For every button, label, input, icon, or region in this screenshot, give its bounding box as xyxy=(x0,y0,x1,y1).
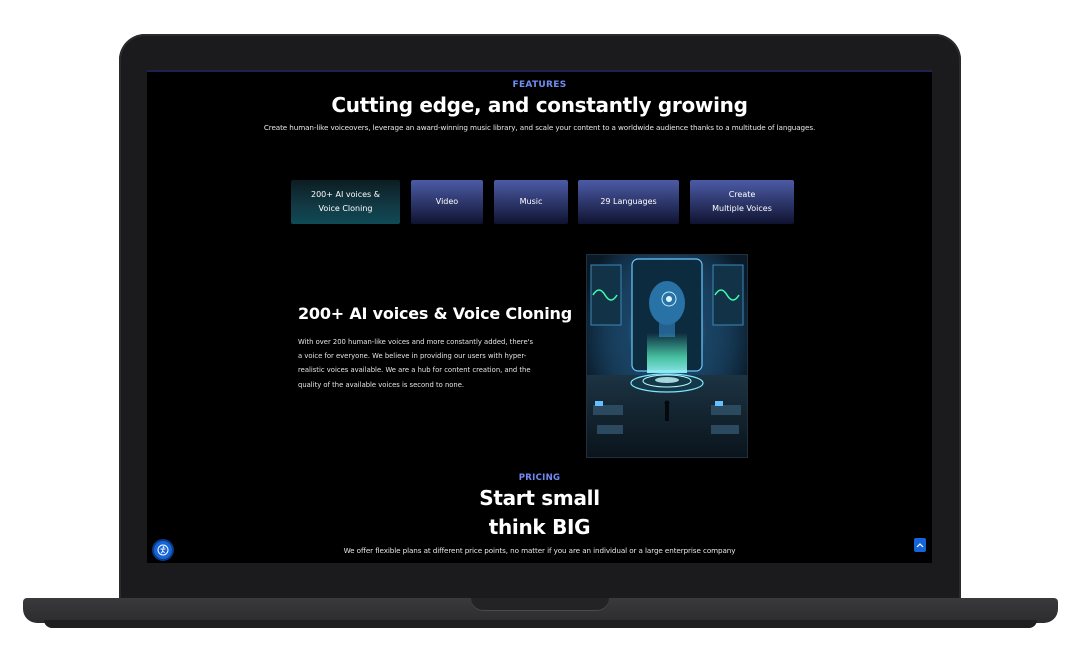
tab-video[interactable]: Video xyxy=(411,180,483,224)
tab-music[interactable]: Music xyxy=(494,180,568,224)
chevron-up-icon xyxy=(916,543,924,548)
pricing-subtitle: We offer flexible plans at different pri… xyxy=(343,546,736,555)
pricing-eyebrow: PRICING xyxy=(518,473,561,483)
tab-multiple-voices[interactable]: Create Multiple Voices xyxy=(690,180,794,224)
tab-ai-voices[interactable]: 200+ AI voices & Voice Cloning xyxy=(291,180,400,224)
feature-tabs: 200+ AI voices & Voice Cloning Video Mus… xyxy=(147,180,932,224)
laptop-notch xyxy=(471,598,609,611)
back-to-top-button[interactable] xyxy=(914,538,926,552)
tab-label-line2: Multiple Voices xyxy=(712,204,772,213)
tab-label: Music xyxy=(519,197,543,206)
accessibility-button[interactable] xyxy=(152,539,174,561)
tab-label-line2: Voice Cloning xyxy=(318,204,373,213)
features-title: Cutting edge, and constantly growing xyxy=(331,93,748,117)
pricing-title-line1: Start small xyxy=(479,486,600,510)
features-subtitle: Create human-like voiceovers, leverage a… xyxy=(263,123,816,132)
ai-voice-illustration xyxy=(586,254,748,458)
feature-panel-title: 200+ AI voices & Voice Cloning xyxy=(298,304,572,323)
tab-languages[interactable]: 29 Languages xyxy=(578,180,679,224)
tab-label: Video xyxy=(435,197,459,206)
laptop-screen: FEATURES Cutting edge, and constantly gr… xyxy=(147,70,932,563)
accessibility-icon xyxy=(157,544,169,556)
tab-label-line1: Create xyxy=(728,190,756,199)
tab-label-line1: 200+ AI voices & xyxy=(310,190,380,199)
tab-label: 29 Languages xyxy=(600,197,657,206)
feature-panel-body: With over 200 human-like voices and more… xyxy=(298,338,534,389)
pricing-title-line2: think BIG xyxy=(488,515,591,539)
features-eyebrow: FEATURES xyxy=(512,80,567,90)
laptop-base-foot xyxy=(44,620,1037,628)
